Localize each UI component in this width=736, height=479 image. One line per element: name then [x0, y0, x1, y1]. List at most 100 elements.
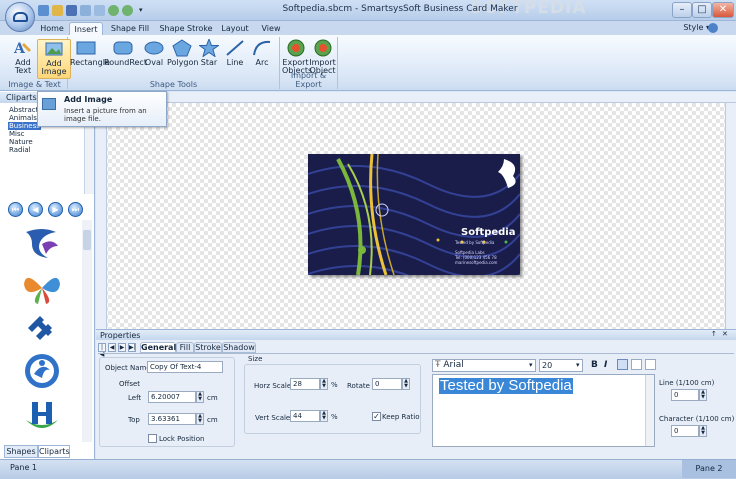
image-icon: [42, 98, 56, 110]
export-objects-button[interactable]: Export Objects: [282, 39, 312, 79]
close-button[interactable]: ✕: [712, 2, 734, 18]
print-icon[interactable]: [80, 5, 91, 16]
oval-button[interactable]: Oval: [143, 39, 165, 79]
customize-toolbar-icon[interactable]: ▾: [139, 6, 143, 14]
minimize-button[interactable]: –: [672, 2, 692, 18]
tab-layout[interactable]: Layout: [218, 22, 252, 36]
canvas-scrollbar[interactable]: [725, 103, 736, 329]
align-left-icon[interactable]: [617, 359, 628, 370]
category-item[interactable]: Animals: [8, 114, 38, 122]
tab-shadow[interactable]: Shadow: [222, 342, 256, 353]
import-object-button[interactable]: Import Object: [309, 39, 336, 79]
pin-icon[interactable]: ↑: [711, 330, 717, 338]
tab-shapes[interactable]: Shapes: [4, 445, 38, 458]
category-item[interactable]: Misc: [8, 130, 25, 138]
character-spacing-field[interactable]: 0: [671, 425, 699, 437]
star-button[interactable]: Star: [198, 39, 220, 79]
prev-tab-icon[interactable]: ◀: [108, 343, 116, 352]
first-tab-icon[interactable]: |◀: [98, 343, 106, 358]
polygon-button[interactable]: Polygon: [167, 39, 198, 79]
group-label: Image & Text: [8, 80, 61, 89]
label-line1: Arc: [255, 58, 269, 67]
top-unit: cm: [207, 416, 218, 424]
vert-scale-field[interactable]: 44: [290, 410, 320, 422]
add-text-button[interactable]: A Add Text: [6, 39, 40, 79]
selected-text[interactable]: Tested by Softpedia: [439, 378, 573, 394]
last-page-button[interactable]: ⏭: [68, 202, 83, 217]
save-icon[interactable]: [66, 5, 77, 16]
style-menu[interactable]: Style ▾: [683, 23, 710, 32]
roundrect-button[interactable]: RoundRect: [104, 39, 147, 79]
tab-shape-fill[interactable]: Shape Fill: [106, 22, 154, 36]
undo-icon[interactable]: [108, 5, 119, 16]
thumbnail-scrollbar[interactable]: [82, 220, 92, 442]
font-family-select[interactable]: Ŧ Arial: [432, 359, 536, 372]
horz-scale-spinner[interactable]: ▲ ▼: [320, 378, 328, 390]
label-line1: Star: [200, 58, 218, 67]
help-icon[interactable]: [708, 23, 718, 33]
italic-button[interactable]: I: [604, 360, 607, 370]
clipart-weave-logo-icon[interactable]: [22, 310, 62, 348]
first-page-button[interactable]: ⏮: [8, 202, 23, 217]
tab-shape-stroke[interactable]: Shape Stroke: [156, 22, 216, 36]
left-field[interactable]: 6.20007: [148, 391, 196, 403]
line-button[interactable]: Line: [223, 39, 247, 79]
left-spinner[interactable]: ▲ ▼: [196, 391, 204, 403]
maximize-button[interactable]: □: [692, 2, 712, 18]
text-editor[interactable]: Tested by Softpedia: [432, 374, 655, 447]
next-page-button[interactable]: ▶: [48, 202, 63, 217]
application-menu-button[interactable]: [5, 2, 35, 32]
clipart-swirl-logo-icon[interactable]: [22, 224, 62, 262]
line-spacing-field[interactable]: 0: [671, 389, 699, 401]
open-folder-icon[interactable]: [52, 5, 63, 16]
tab-home[interactable]: Home: [36, 22, 68, 36]
category-item-selected[interactable]: Business: [8, 122, 41, 130]
line-spacing-spinner[interactable]: ▲ ▼: [699, 389, 707, 401]
object-name-field[interactable]: Copy Of Text-4: [147, 361, 223, 373]
chevron-down-icon[interactable]: ▾: [576, 361, 580, 369]
horz-scale-label: Horz Scale: [254, 382, 292, 390]
clipart-butterfly-logo-icon[interactable]: [22, 268, 62, 306]
tab-view[interactable]: View: [254, 22, 288, 36]
rotate-field[interactable]: 0: [372, 378, 402, 390]
last-tab-icon[interactable]: ▶|: [128, 343, 136, 352]
text-editor-scrollbar[interactable]: [645, 375, 654, 446]
align-center-icon[interactable]: [631, 359, 642, 370]
close-panel-icon[interactable]: ✕: [722, 330, 728, 338]
category-item[interactable]: Radial: [8, 146, 32, 154]
card-email-line[interactable]: marinesoftpedia.com: [455, 260, 497, 265]
font-family-value: Arial: [443, 360, 464, 370]
tab-general[interactable]: General: [140, 342, 176, 353]
category-item[interactable]: Nature: [8, 138, 34, 146]
clipart-h-logo-icon[interactable]: [22, 396, 62, 434]
rectangle-button[interactable]: Rectangle: [70, 39, 110, 79]
add-image-button[interactable]: Add Image: [37, 39, 71, 79]
preview-icon[interactable]: [94, 5, 105, 16]
clipart-figure-logo-icon[interactable]: [22, 352, 62, 390]
scroll-thumb[interactable]: [83, 230, 91, 250]
rotate-spinner[interactable]: ▲ ▼: [402, 378, 410, 390]
tab-insert[interactable]: Insert: [69, 22, 103, 36]
bold-button[interactable]: B: [591, 360, 598, 370]
card-tagline[interactable]: Tested by Softpedia: [455, 240, 494, 245]
business-card[interactable]: Softpedia Tested by Softpedia Softpedia …: [308, 154, 520, 275]
card-company-name[interactable]: Softpedia: [461, 227, 515, 238]
tab-fill[interactable]: Fill: [176, 342, 194, 353]
vert-scale-spinner[interactable]: ▲ ▼: [320, 410, 328, 422]
character-spacing-spinner[interactable]: ▲ ▼: [699, 425, 707, 437]
keep-ratio-checkbox[interactable]: ✓: [372, 412, 381, 421]
new-file-icon[interactable]: [38, 5, 49, 16]
previous-page-button[interactable]: ◀: [28, 202, 43, 217]
category-item[interactable]: Abstract: [8, 106, 39, 114]
chevron-down-icon[interactable]: ▾: [529, 361, 533, 369]
arc-button[interactable]: Arc: [250, 39, 274, 79]
next-tab-icon[interactable]: ▶: [118, 343, 126, 352]
tab-stroke[interactable]: Stroke: [194, 342, 222, 353]
top-field[interactable]: 3.63361: [148, 413, 196, 425]
top-spinner[interactable]: ▲ ▼: [196, 413, 204, 425]
align-right-icon[interactable]: [645, 359, 656, 370]
lock-position-checkbox[interactable]: [148, 434, 157, 443]
redo-icon[interactable]: [122, 5, 133, 16]
horz-scale-field[interactable]: 28: [290, 378, 320, 390]
tab-cliparts[interactable]: Cliparts: [38, 445, 70, 458]
